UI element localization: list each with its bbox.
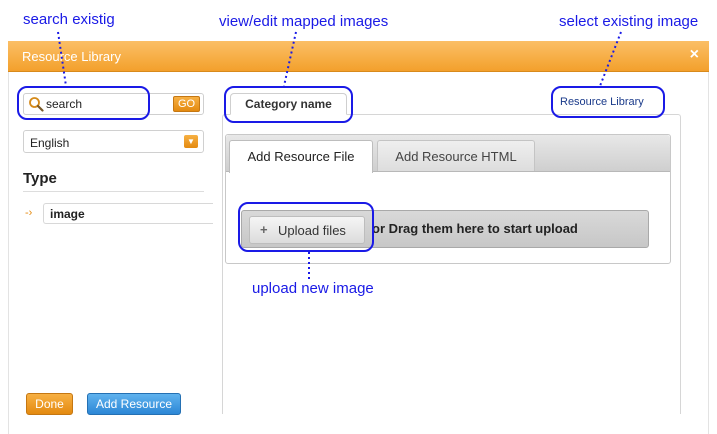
language-selected-value: English xyxy=(30,136,70,150)
type-heading: Type xyxy=(23,170,57,187)
annotation-view-edit: view/edit mapped images xyxy=(219,13,389,30)
type-item-label: image xyxy=(50,207,85,221)
annotation-box-search xyxy=(17,86,150,120)
drop-zone-text: or Drag them here to start upload xyxy=(372,221,578,236)
add-resource-button[interactable]: Add Resource xyxy=(87,393,181,415)
tab-add-resource-html[interactable]: Add Resource HTML xyxy=(377,140,535,171)
arrow-right-icon: -› xyxy=(25,207,33,219)
annotation-box-resource-library xyxy=(551,86,665,118)
tab-add-resource-file[interactable]: Add Resource File xyxy=(229,140,373,173)
annotation-search: search existig xyxy=(23,11,115,28)
close-icon[interactable]: × xyxy=(690,46,699,64)
type-item-image[interactable]: image xyxy=(43,203,213,224)
annotation-box-category xyxy=(224,86,353,123)
divider xyxy=(23,191,204,192)
done-button[interactable]: Done xyxy=(26,393,73,415)
annotation-upload-new: upload new image xyxy=(252,280,374,297)
language-select[interactable]: English ▼ xyxy=(23,130,204,153)
dialog-header: Resource Library × xyxy=(8,41,709,72)
go-button[interactable]: GO xyxy=(173,96,200,112)
chevron-down-icon: ▼ xyxy=(184,135,198,148)
annotation-select-existing: select existing image xyxy=(559,13,699,30)
dialog-title: Resource Library xyxy=(22,49,121,64)
annotation-box-upload xyxy=(238,202,374,252)
